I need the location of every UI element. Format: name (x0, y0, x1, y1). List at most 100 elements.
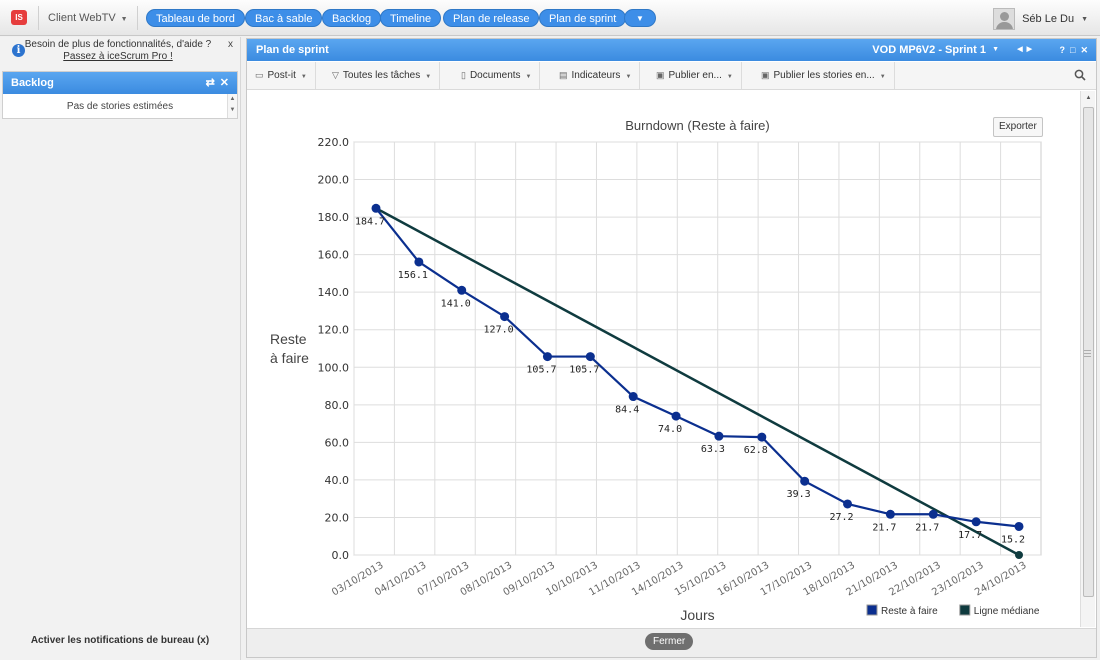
remaining-point (500, 312, 510, 322)
toolbar-all-tasks[interactable]: ▽ Toutes les tâches ▼ (324, 62, 441, 89)
close-icon[interactable]: x (228, 39, 233, 50)
data-label: 84.4 (615, 405, 639, 416)
y-tick-label: 20.0 (325, 511, 350, 524)
data-label: 74.0 (658, 424, 682, 435)
data-label: 62.8 (744, 445, 768, 456)
legend-swatch (866, 604, 878, 616)
y-axis-label: Reste (270, 331, 307, 347)
menu-plan-de-sprint[interactable]: Plan de sprint (539, 9, 627, 27)
caret-down-icon: ▼ (879, 74, 886, 80)
app-logo[interactable]: IS (11, 10, 27, 25)
x-axis-label: Jours (680, 607, 714, 623)
menu-plan-de-release[interactable]: Plan de release (443, 9, 540, 27)
caret-down-icon: ▼ (300, 74, 307, 80)
remaining-point (457, 285, 467, 295)
help-text: Besoin de plus de fonctionnalités, d'aid… (24, 39, 212, 50)
backlog-title: Backlog (11, 77, 54, 89)
y-tick-label: 40.0 (325, 474, 350, 487)
help-icon[interactable]: ? (1060, 45, 1066, 55)
y-tick-label: 0.0 (332, 549, 350, 562)
data-label: 63.3 (701, 444, 725, 455)
data-label: 39.3 (787, 489, 811, 500)
data-label: 105.7 (569, 365, 599, 376)
y-tick-label: 80.0 (325, 399, 350, 412)
remaining-point (1014, 521, 1024, 531)
data-label: 17.7 (958, 530, 982, 541)
remaining-point (371, 203, 381, 213)
close-icon[interactable]: ✕ (1080, 45, 1088, 55)
legend-label: Reste à faire (881, 606, 938, 617)
menu-timeline[interactable]: Timeline (380, 9, 442, 27)
data-label: 15.2 (1001, 534, 1025, 545)
top-bar: IS Client WebTV ▼ Tableau de bord Bac à s… (0, 0, 1100, 36)
toolbar-documents[interactable]: ▯ Documents ▼ (453, 62, 541, 89)
menu-tableau-de-bord[interactable]: Tableau de bord (146, 9, 245, 27)
caret-down-icon: ▼ (726, 74, 733, 80)
print-icon: ▣ (761, 70, 770, 80)
y-tick-label: 120.0 (318, 324, 350, 337)
y-tick-label: 200.0 (318, 174, 350, 187)
panel-header: Plan de sprint VOD MP6V2 - Sprint 1 ▼ ◀▶… (247, 39, 1096, 61)
y-tick-label: 60.0 (325, 436, 350, 449)
data-label: 21.7 (872, 522, 896, 533)
maximize-icon[interactable]: □ (1070, 45, 1075, 55)
toolbar-publish[interactable]: ▣ Publier en... ▼ (648, 62, 742, 89)
data-label: 156.1 (398, 270, 428, 281)
print-icon: ▣ (656, 70, 665, 80)
left-panel: i Besoin de plus de fonctionnalités, d'a… (0, 37, 241, 660)
remaining-point (714, 431, 724, 441)
scroll-up-icon[interactable]: ▲ (1081, 91, 1096, 105)
export-button[interactable]: Exporter (993, 117, 1043, 137)
burndown-chart: 0.0 20.0 40.0 60.0 80.0 100.0 120.0 140.0 160.0 1… (270, 118, 1042, 623)
y-tick-label: 180.0 (318, 211, 350, 224)
sprint-selector[interactable]: VOD MP6V2 - Sprint 1 (872, 39, 986, 61)
menu-backlog[interactable]: Backlog (322, 9, 382, 27)
toolbar-postit[interactable]: ▭ Post-it ▼ (247, 62, 316, 89)
vertical-scrollbar[interactable]: ▲ — — — (1080, 91, 1095, 627)
remaining-point (928, 509, 938, 519)
remaining-point (585, 352, 595, 362)
toolbar-publish-stories[interactable]: ▣ Publier les stories en... ▼ (753, 62, 895, 89)
postit-icon: ▭ (255, 70, 264, 80)
y-tick-label: 100.0 (318, 361, 350, 374)
toolbar-indicators[interactable]: ▤ Indicateurs ▼ (551, 62, 641, 89)
search-icon[interactable] (1074, 69, 1086, 81)
next-icon[interactable]: ▶ (1027, 46, 1036, 53)
user-menu[interactable]: Séb Le Du ▼ (993, 8, 1088, 30)
close-button[interactable]: Fermer (645, 633, 694, 650)
remaining-point (542, 352, 552, 362)
swap-icon[interactable]: ⇄ (206, 77, 215, 89)
chart-icon: ▤ (559, 70, 568, 80)
legend-label: Ligne médiane (974, 606, 1040, 617)
notifications-link[interactable]: Activer les notifications de bureau (x) (0, 635, 240, 646)
more-menu-button[interactable]: ▼ (624, 9, 656, 27)
close-icon[interactable]: ✕ (220, 77, 229, 89)
caret-down-icon: ▼ (636, 14, 644, 23)
remaining-point (671, 411, 681, 421)
remaining-point (414, 257, 424, 267)
avatar (993, 8, 1016, 30)
project-label: Client WebTV (48, 12, 116, 24)
plot-area (353, 141, 1042, 556)
divider (38, 6, 39, 30)
caret-down-icon[interactable]: ▼ (992, 39, 999, 61)
remaining-point (628, 392, 638, 402)
remaining-point (757, 432, 767, 442)
caret-down-icon: ▼ (1081, 15, 1088, 23)
legend-swatch (959, 604, 971, 616)
caret-down-icon: ▼ (425, 74, 432, 80)
pro-link[interactable]: Passez à iceScrum Pro ! (15, 51, 221, 62)
remaining-point (843, 499, 853, 509)
ideal-point (1015, 551, 1023, 559)
data-label: 21.7 (915, 522, 939, 533)
caret-down-icon: ▼ (525, 74, 532, 80)
project-selector[interactable]: Client WebTV ▼ (48, 12, 128, 24)
menu-bac-a-sable[interactable]: Bac à sable (245, 9, 323, 27)
data-label: 127.0 (484, 325, 514, 336)
data-label: 105.7 (526, 365, 556, 376)
previous-icon[interactable]: ◀ (1017, 46, 1026, 53)
grip-icon: — — — (1084, 347, 1091, 360)
remaining-point (885, 509, 895, 519)
backlog-scrollbar[interactable]: ▲ ▼ (227, 94, 237, 118)
user-name: Séb Le Du (1022, 13, 1075, 25)
